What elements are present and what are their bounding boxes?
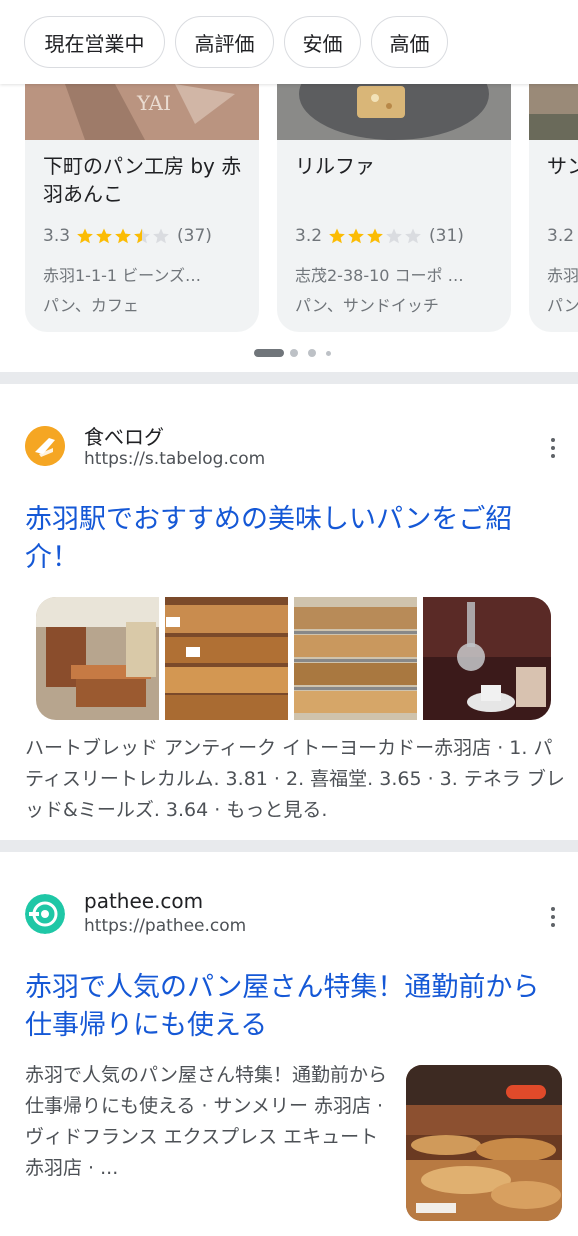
result-title-link[interactable]: 赤羽駅でおすすめの美味しいパンをご紹介！ <box>25 501 555 577</box>
place-card[interactable]: リルファ 3.2 (31) 志茂2-38-10 コーポ … パン、サンドイッチ <box>277 84 511 332</box>
star-full-icon <box>77 228 93 244</box>
review-count: (37) <box>177 226 212 246</box>
page-dot <box>308 349 316 357</box>
site-url: https://s.tabelog.com <box>84 449 266 469</box>
svg-text:YAI: YAI <box>136 91 171 115</box>
result-title-link[interactable]: 赤羽で人気のパン屋さん特集！通勤前から仕事帰りにも使える <box>25 969 555 1045</box>
review-count: (31) <box>429 226 464 246</box>
star-empty-icon <box>405 228 421 244</box>
place-address: 赤羽1-1-1 ビーンズ… <box>43 266 202 285</box>
star-empty-icon <box>386 228 402 244</box>
star-half-icon <box>134 228 150 244</box>
star-full-icon <box>367 228 383 244</box>
place-name: サン <box>547 154 578 178</box>
result-snippet: 赤羽で人気のパン屋さん特集！通勤前から仕事帰りにも使える · サンメリー 赤羽店… <box>25 1064 387 1179</box>
rating-value: 3.2 <box>295 226 323 246</box>
rating-value: 3.2 <box>547 226 575 246</box>
chip-expensive[interactable]: 高価 <box>371 16 448 68</box>
page-dot-active <box>254 349 284 357</box>
rating-stars <box>328 227 423 245</box>
rating-stars <box>76 227 171 245</box>
place-photo <box>277 84 511 140</box>
place-photo <box>529 84 578 140</box>
carousel-pagination <box>254 348 341 358</box>
page-dot <box>290 349 298 357</box>
chip-cheap[interactable]: 安価 <box>284 16 361 68</box>
chip-open-now[interactable]: 現在営業中 <box>24 16 165 68</box>
site-name: pathee.com <box>84 889 204 913</box>
place-name: 下町のパン工房 by 赤羽あんこ <box>43 154 242 206</box>
place-rating: 3.3 (37) <box>43 226 212 246</box>
star-full-icon <box>348 228 364 244</box>
section-divider <box>0 372 578 384</box>
place-rating: 3.2 <box>547 226 574 246</box>
filter-chip-bar: 現在営業中 高評価 安価 高価 <box>0 0 578 84</box>
place-name: リルファ <box>295 154 375 178</box>
place-photo: YAI <box>25 84 259 140</box>
place-card[interactable]: サン 3.2 赤羽 パン <box>529 84 578 332</box>
star-full-icon <box>329 228 345 244</box>
star-full-icon <box>96 228 112 244</box>
more-options-icon[interactable] <box>543 436 563 460</box>
restaurant-photos <box>36 597 551 720</box>
places-carousel[interactable]: YAI 下町のパン工房 by 赤羽あんこ 3.3 (37) 赤羽1-1-1 ビー… <box>0 84 578 372</box>
more-options-icon[interactable] <box>543 905 563 929</box>
place-card[interactable]: YAI 下町のパン工房 by 赤羽あんこ 3.3 (37) 赤羽1-1-1 ビー… <box>25 84 259 332</box>
place-rating: 3.2 (31) <box>295 226 464 246</box>
site-url: https://pathee.com <box>84 916 247 936</box>
star-empty-icon <box>153 228 169 244</box>
place-category: パン <box>547 296 578 315</box>
result-thumbnail[interactable] <box>406 1065 562 1221</box>
star-full-icon <box>115 228 131 244</box>
result-snippet: ハートブレッド アンティーク イトーヨーカドー赤羽店 · 1. パティスリートレ… <box>25 737 565 821</box>
rating-value: 3.3 <box>43 226 71 246</box>
section-divider <box>0 840 578 852</box>
pathee-favicon-icon <box>25 894 65 934</box>
tabelog-favicon-icon <box>25 426 65 466</box>
image-strip <box>36 597 551 720</box>
bakery-photo <box>406 1065 562 1221</box>
place-address: 赤羽 <box>547 266 578 285</box>
chip-top-rated[interactable]: 高評価 <box>175 16 274 68</box>
place-category: パン、カフェ <box>43 296 139 315</box>
place-category: パン、サンドイッチ <box>295 296 439 315</box>
page-dot <box>326 350 331 356</box>
site-name: 食べログ <box>84 425 164 449</box>
place-address: 志茂2-38-10 コーポ … <box>295 266 464 285</box>
